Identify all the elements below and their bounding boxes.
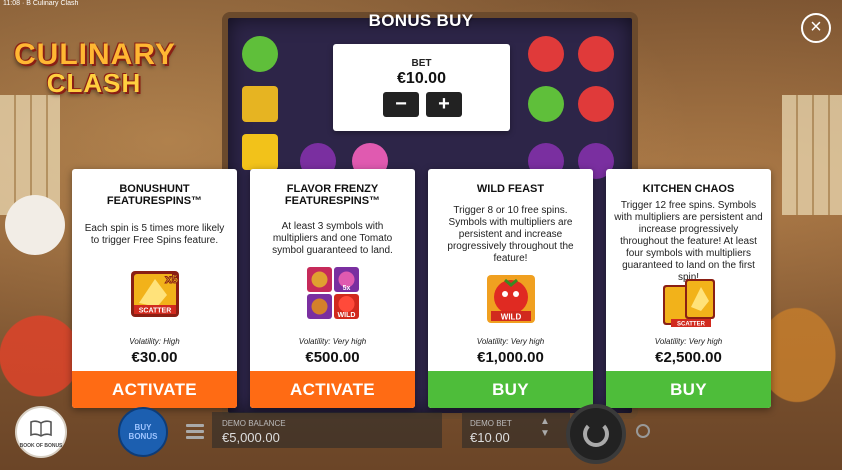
autoplay-icon[interactable] [636, 424, 650, 438]
chevron-down-icon[interactable]: ▼ [540, 428, 550, 440]
card-price: €500.00 [305, 349, 360, 366]
card-title: KITCHEN CHAOS [642, 183, 735, 195]
bet-label: BET [411, 58, 432, 69]
spin-button[interactable] [566, 404, 626, 464]
book-of-bonus-button[interactable]: BOOK OF BONUS [15, 406, 67, 458]
book-icon [30, 420, 52, 437]
game-logo: CULINARY CLASH [14, 38, 176, 98]
svg-text:x5: x5 [165, 272, 179, 286]
svg-text:SCATTER: SCATTER [677, 322, 706, 328]
buy-bonus-button[interactable]: BUY BONUS [118, 407, 168, 457]
card-description: Trigger 8 or 10 free spins. Symbols with… [447, 205, 574, 264]
background-window [782, 95, 842, 215]
svg-text:5x: 5x [342, 285, 350, 292]
card-description: Trigger 12 free spins. Symbols with mult… [614, 200, 763, 283]
scatter-x5-icon: x5 SCATTER [130, 271, 179, 317]
multiplier-symbols-icon: 5x WILD [306, 267, 359, 319]
card-title: BONUSHUNT FEATURESPINS™ [106, 183, 203, 207]
bet-adjust-arrows[interactable]: ▲ ▼ [540, 416, 550, 440]
increase-bet-button[interactable]: + [426, 92, 462, 117]
demo-bet-value: €10.00 [470, 430, 510, 445]
svg-text:SCATTER: SCATTER [138, 308, 171, 315]
chevron-up-icon[interactable]: ▲ [540, 416, 550, 428]
window-title: 11:08 · B Culinary Clash [3, 0, 79, 7]
svg-text:WILD: WILD [337, 312, 355, 319]
balance-value: €5,000.00 [222, 430, 280, 445]
bonus-card-wild-feast: WILD FEAST Trigger 8 or 10 free spins. S… [428, 169, 593, 408]
volatility-label: Volatility: Very high [298, 337, 367, 346]
card-description: Each spin is 5 times more likely to trig… [84, 223, 225, 246]
scatter-icon [242, 134, 278, 170]
card-title: FLAVOR FRENZY FEATURESPINS™ [284, 183, 381, 207]
card-description: At least 3 symbols with multipliers and … [272, 221, 393, 256]
demo-bet-label: DEMO BET [470, 419, 512, 428]
spin-icon [583, 421, 609, 447]
buy-button[interactable]: BUY [428, 371, 593, 408]
svg-text:WILD: WILD [500, 313, 521, 322]
tomato-character [0, 260, 80, 420]
demo-balance: DEMO BALANCE €5,000.00 [212, 412, 442, 448]
logo-line: CLASH [46, 68, 142, 98]
bonus-card-flavor-frenzy: FLAVOR FRENZY FEATURESPINS™ At least 3 s… [250, 169, 415, 408]
buy-button[interactable]: BUY [606, 371, 771, 408]
book-label: BOOK OF BONUS [19, 443, 63, 449]
strawberry-icon [578, 36, 614, 72]
bonus-card-bonushunt: BONUSHUNT FEATURESPINS™ Each spin is 5 t… [72, 169, 237, 408]
tomato-wild-icon: WILD [486, 275, 535, 323]
close-icon[interactable]: × [801, 13, 831, 43]
apple-icon [242, 36, 278, 72]
chef-character [5, 195, 65, 255]
scatter-stack-icon: SCATTER [662, 279, 715, 328]
volatility-label: Volatility: High [129, 337, 180, 346]
bet-value: €10.00 [397, 70, 446, 87]
activate-button[interactable]: ACTIVATE [72, 371, 237, 408]
activate-button[interactable]: ACTIVATE [250, 371, 415, 408]
volatility-label: Volatility: Very high [476, 337, 545, 346]
card-price: €30.00 [131, 349, 178, 366]
demo-bet: DEMO BET €10.00 [462, 412, 570, 448]
strawberry-icon [528, 36, 564, 72]
balance-label: DEMO BALANCE [222, 419, 286, 428]
fries-icon [242, 86, 278, 122]
apple-icon [528, 86, 564, 122]
card-price: €2,500.00 [655, 349, 722, 366]
modal-title: BONUS BUY [368, 11, 474, 30]
bonus-card-kitchen-chaos: KITCHEN CHAOS Trigger 12 free spins. Sym… [606, 169, 771, 408]
card-price: €1,000.00 [477, 349, 544, 366]
card-title: WILD FEAST [476, 183, 545, 195]
decrease-bet-button[interactable]: − [383, 92, 419, 117]
menu-icon[interactable] [186, 424, 204, 442]
logo-line: CULINARY [14, 38, 176, 71]
strawberry-icon [578, 86, 614, 122]
volatility-label: Volatility: Very high [654, 337, 723, 346]
bet-selector: BET €10.00 − + [333, 44, 510, 131]
